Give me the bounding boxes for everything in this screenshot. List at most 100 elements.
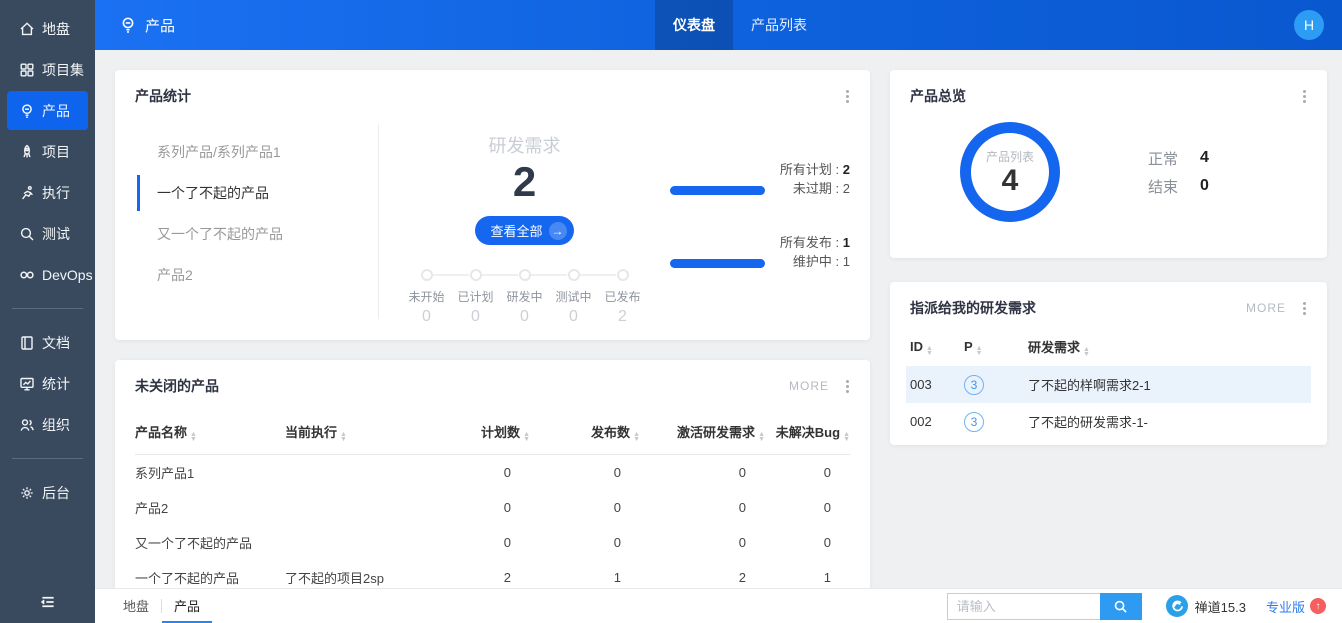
column-header[interactable]: 当前执行 ▲ ▼ <box>285 414 435 455</box>
release-progress-bar <box>670 259 765 268</box>
collapse-menu-icon <box>40 596 54 608</box>
card-product-stats: 产品统计 系列产品/系列产品1 一个了不起的产品 又一个了不起的产品 产品2 研… <box>115 70 870 340</box>
admin-gear-icon <box>21 486 33 499</box>
plan-gauge: 所有计划2 未过期2 <box>670 146 850 198</box>
more-link[interactable]: MORE <box>789 379 829 393</box>
product-list-item[interactable]: 又一个了不起的产品 <box>137 216 378 252</box>
sidebar-item-admin[interactable]: 后台 <box>7 473 88 512</box>
sort-icon: ▲ ▼ <box>190 431 197 443</box>
card-title: 产品统计 <box>135 88 191 104</box>
column-header[interactable]: 研发需求 ▲ ▼ <box>1028 328 1311 366</box>
kebab-menu-icon[interactable] <box>1300 87 1309 106</box>
zentao-logo-icon <box>1165 595 1188 617</box>
table-row[interactable]: 002 3 了不起的研发需求-1- <box>906 403 1311 440</box>
sort-icon: ▲ ▼ <box>758 431 765 443</box>
sidebar-collapse-toggle[interactable] <box>0 589 95 615</box>
brand-version-label[interactable]: 禅道15.3 <box>1195 597 1246 616</box>
card-title: 产品总览 <box>910 88 966 104</box>
kebab-menu-icon[interactable] <box>843 87 852 106</box>
sidebar-item-label: 统计 <box>42 375 70 392</box>
step-item: 研发中 0 <box>482 269 549 326</box>
plan-progress-bar <box>670 186 765 195</box>
sidebar-item-dashboard[interactable]: 地盘 <box>7 9 88 48</box>
column-header[interactable]: P ▲ ▼ <box>964 328 1028 366</box>
sidebar-item-label: 产品 <box>42 102 70 119</box>
assigned-stories-table: ID ▲ ▼ P ▲ ▼ 研发需求 ▲ ▼ 003 3 了不起的样啊需求2-1 002 3 … <box>906 328 1311 440</box>
step-dot-icon <box>469 269 482 281</box>
sidebar-item-devops[interactable]: DevOps <box>7 255 93 294</box>
sidebar-item-label: 地盘 <box>42 20 70 37</box>
org-people-icon <box>20 418 34 431</box>
sidebar-item-product[interactable]: 产品 <box>7 91 88 130</box>
sidebar-item-org[interactable]: 组织 <box>7 405 88 444</box>
step-item: 已计划 0 <box>433 269 500 326</box>
kebab-menu-icon[interactable] <box>1300 299 1309 318</box>
search-input[interactable] <box>946 592 1100 620</box>
metric-value: 2 <box>512 158 537 205</box>
sort-icon: ▲ ▼ <box>1083 346 1090 358</box>
column-header[interactable]: 产品名称 ▲ ▼ <box>135 414 285 455</box>
column-header[interactable]: 激活研发需求 ▲ ▼ <box>640 414 765 455</box>
sidebar-item-project[interactable]: 项目 <box>7 132 88 171</box>
step-dot-icon <box>518 269 531 281</box>
sidebar: 地盘 项目集 产品 项目 执行 测试 DevOps 文档 统计 组织 后台 <box>0 0 95 623</box>
project-rocket-icon <box>23 144 31 157</box>
footer-tab-product[interactable]: 产品 <box>162 589 213 623</box>
sidebar-divider <box>12 458 83 459</box>
kebab-menu-icon[interactable] <box>843 377 852 396</box>
sidebar-item-program[interactable]: 项目集 <box>7 50 88 89</box>
avatar[interactable]: H <box>1294 10 1324 40</box>
sidebar-item-doc[interactable]: 文档 <box>7 323 88 362</box>
product-list-item[interactable]: 系列产品/系列产品1 <box>137 134 378 170</box>
sort-icon: ▲ ▼ <box>975 344 983 357</box>
footer-search <box>946 592 1142 620</box>
product-count-ring: 产品列表 4 <box>960 122 1060 222</box>
step-dot-icon <box>616 269 629 281</box>
release-gauge: 所有发布1 维护中1 <box>670 219 850 271</box>
more-link[interactable]: MORE <box>1246 301 1286 315</box>
tab-dashboard[interactable]: 仪表盘 <box>655 0 733 50</box>
table-row[interactable]: 系列产品1 00 00 <box>135 455 850 490</box>
sort-icon: ▲ ▼ <box>633 431 640 443</box>
open-products-table: 产品名称 ▲ ▼ 当前执行 ▲ ▼ 计划数 ▲ ▼ 发布数 ▲ ▼ 激活研发需求 ▲ ▼ 未解决Bu… <box>135 414 850 588</box>
sidebar-item-qa[interactable]: 测试 <box>7 214 88 253</box>
step-dot-icon <box>567 269 580 281</box>
table-row[interactable]: 003 3 了不起的样啊需求2-1 <box>906 366 1311 403</box>
table-row[interactable]: 产品2 00 00 <box>135 490 850 525</box>
table-row[interactable]: 一个了不起的产品 了不起的项目2sp 21 21 <box>135 560 850 589</box>
devops-infinity-icon <box>20 271 34 278</box>
priority-badge: 3 <box>964 411 984 432</box>
sidebar-item-label: 执行 <box>42 184 70 201</box>
table-row[interactable]: 又一个了不起的产品 00 00 <box>135 525 850 560</box>
column-header[interactable]: 未解决Bug ▲ ▼ <box>765 414 850 455</box>
upgrade-arrow-icon[interactable]: ↑ <box>1310 598 1326 614</box>
product-list-item[interactable]: 产品2 <box>137 257 378 293</box>
sidebar-divider <box>12 308 83 309</box>
metric-label: 研发需求 <box>488 136 561 156</box>
product-lightbulb-icon <box>22 103 32 118</box>
step-item: 已发布 2 <box>580 269 647 326</box>
program-grid-icon <box>20 63 34 77</box>
sidebar-item-label: DevOps <box>42 266 93 283</box>
sidebar-item-execution[interactable]: 执行 <box>7 173 88 212</box>
view-all-button[interactable]: 查看全部 → <box>475 216 574 245</box>
sidebar-item-label: 组织 <box>42 416 70 433</box>
tab-product-list[interactable]: 产品列表 <box>733 0 825 50</box>
edition-link[interactable]: 专业版 <box>1266 597 1305 616</box>
card-title: 指派给我的研发需求 <box>910 300 1036 316</box>
topbar-tabs: 仪表盘 产品列表 <box>655 0 825 50</box>
sort-icon: ▲ ▼ <box>340 431 347 443</box>
topbar: 产品 仪表盘 产品列表 H <box>95 0 1342 50</box>
sidebar-item-label: 测试 <box>42 225 70 242</box>
story-link[interactable]: 了不起的研发需求-1- <box>1028 403 1311 440</box>
footer-tab-dashboard[interactable]: 地盘 <box>111 589 161 623</box>
column-header[interactable]: 计划数 ▲ ▼ <box>435 414 530 455</box>
search-magnifier-icon <box>1114 600 1127 613</box>
sidebar-item-report[interactable]: 统计 <box>7 364 88 403</box>
column-header[interactable]: 发布数 ▲ ▼ <box>530 414 640 455</box>
column-header[interactable]: ID ▲ ▼ <box>906 328 964 366</box>
search-button[interactable] <box>1099 592 1142 620</box>
product-list-item-active[interactable]: 一个了不起的产品 <box>137 175 378 211</box>
story-link[interactable]: 了不起的样啊需求2-1 <box>1028 366 1311 403</box>
product-list: 系列产品/系列产品1 一个了不起的产品 又一个了不起的产品 产品2 <box>115 120 378 328</box>
